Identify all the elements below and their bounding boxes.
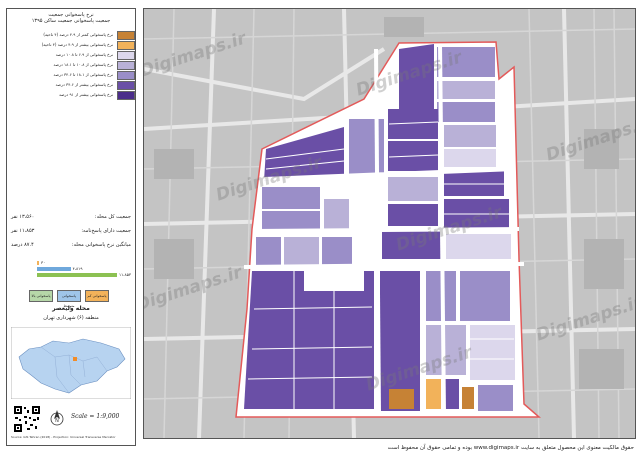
area-title: محله وليعصر xyxy=(52,305,90,312)
legend-label: نرخ پاسخوانی از ۱۰.۸ تا ۱۸.۱ درصد xyxy=(53,62,113,67)
qr-code xyxy=(13,405,41,433)
stat-responded-label: جمعیت دارای پاسخ‌نامه: xyxy=(81,228,131,234)
svg-text:N: N xyxy=(55,418,59,424)
map-area[interactable]: Digimaps.ir Digimaps.ir Digimaps.ir Digi… xyxy=(143,8,636,439)
swatch-high: پاسخوانی بالا xyxy=(29,290,53,302)
swatch-mid: پاسخوانی متوسط xyxy=(57,290,81,308)
legend-label: نرخ پاسخوانی کمتر از ۴.۹ درصد (۴ ناحیه) xyxy=(43,32,113,37)
legend-swatch xyxy=(117,91,135,100)
legend-label: نرخ پاسخوانی بیشتر از ۴.۹ درصد (۴ ناحیه) xyxy=(41,42,113,47)
population-bar-value: ۴،۸۱۹ xyxy=(72,266,83,271)
legend-swatch xyxy=(117,61,135,70)
swatch-low: پاسخوانی کم xyxy=(85,290,109,302)
legend-label: نرخ پاسخوانی بیشتر از ۹۱ درصد xyxy=(58,92,113,97)
legend-swatch xyxy=(117,41,135,50)
population-bar-value: ۱۱،۸۵۳ xyxy=(119,272,132,277)
legend-swatch xyxy=(117,31,135,40)
copyright-footer: حقوق مالکیت معنوی این محصول متعلق به سای… xyxy=(387,445,634,451)
population-bar-value: ۳۰ xyxy=(41,260,46,265)
legend-subtitle: جمعیت پاسخوانی جمعیت ساکن ۱۳۹۵ xyxy=(31,18,111,24)
population-bar xyxy=(37,273,117,277)
map-sheet: نرخ پاسخوانی جمعیت جمعیت پاسخوانی جمعیت … xyxy=(0,0,643,461)
legend-swatch xyxy=(117,81,135,90)
legend-swatch xyxy=(117,71,135,80)
population-bar xyxy=(37,267,71,271)
legend-swatch xyxy=(117,51,135,60)
tehran-inset-map xyxy=(11,327,131,399)
map-credit: Source: GIS Tehran (2018) - Projection: … xyxy=(11,435,116,439)
area-subtitle: منطقه (۶) شهرداری تهران xyxy=(43,315,99,321)
legend-label: نرخ پاسخوانی از ۱۸.۱ تا ۳۴.۶ درصد xyxy=(53,72,113,77)
stat-rate-label: میانگین نرخ پاسخوانی محله: xyxy=(71,242,131,248)
legend-panel: نرخ پاسخوانی جمعیت جمعیت پاسخوانی جمعیت … xyxy=(6,8,136,446)
location-marker xyxy=(73,357,77,361)
north-arrow-icon: N xyxy=(50,410,64,426)
population-bar xyxy=(37,261,39,265)
map-scale: Scale = 1:9,000 xyxy=(71,413,120,420)
stat-total-value: ۱۳،۵۶۰ نفر xyxy=(11,214,35,220)
legend-label: نرخ پاسخوانی از ۶.۹ تا ۱۰.۸ درصد xyxy=(55,52,113,57)
stat-responded-value: ۱۱،۸۵۳ نفر xyxy=(11,228,35,234)
stat-rate-value: ۸۷.۴ درصد xyxy=(11,242,34,248)
stat-total-label: جمعیت کل محله: xyxy=(94,214,131,220)
legend-label: نرخ پاسخوانی بیشتر از ۳۴.۶ درصد xyxy=(55,82,113,87)
